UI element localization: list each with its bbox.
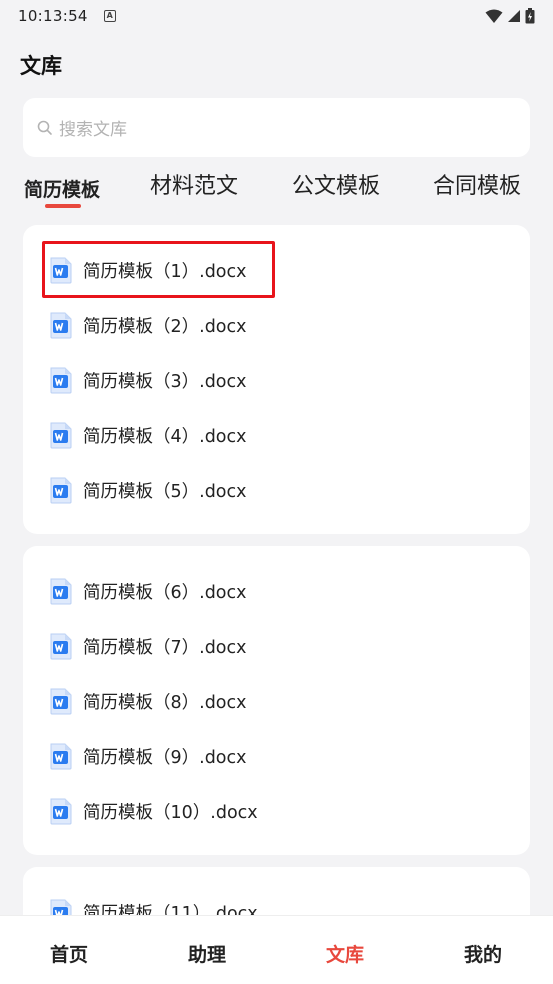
file-name: 简历模板（4）.docx — [83, 426, 247, 447]
status-icons — [485, 8, 535, 24]
file-item[interactable]: 简历模板（6）.docx — [49, 576, 247, 606]
word-doc-icon — [50, 257, 72, 283]
bottom-nav: 首页 助理 文库 我的 — [0, 915, 553, 984]
file-item[interactable]: 简历模板（1）.docx — [49, 255, 247, 285]
file-name: 简历模板（8）.docx — [83, 692, 247, 713]
word-doc-icon — [50, 633, 72, 659]
word-doc-icon — [50, 367, 72, 393]
status-time: 10:13:54 — [18, 7, 88, 25]
search-icon — [37, 120, 52, 135]
file-name: 简历模板（10）.docx — [83, 802, 258, 823]
file-item[interactable]: 简历模板（10）.docx — [49, 796, 258, 826]
cellular-signal-icon — [508, 10, 520, 22]
nav-assistant[interactable]: 助理 — [167, 940, 247, 967]
file-item[interactable]: 简历模板（7）.docx — [49, 631, 247, 661]
file-name: 简历模板（6）.docx — [83, 582, 247, 603]
file-item[interactable]: 简历模板（9）.docx — [49, 741, 247, 771]
file-name: 简历模板（7）.docx — [83, 637, 247, 658]
status-bar: 10:13:54 A — [0, 0, 553, 32]
category-tabs: 简历模板 材料范文 公文模板 合同模板 — [0, 168, 553, 212]
word-doc-icon — [50, 578, 72, 604]
nav-mine[interactable]: 我的 — [443, 940, 523, 967]
notification-icon: A — [103, 10, 116, 22]
file-item[interactable]: 简历模板（4）.docx — [49, 420, 247, 450]
tab-official-doc-templates[interactable]: 公文模板 — [292, 168, 380, 200]
battery-icon — [525, 8, 535, 24]
search-input[interactable]: 搜索文库 — [23, 98, 530, 157]
file-name: 简历模板（2）.docx — [83, 316, 247, 337]
word-doc-icon — [50, 688, 72, 714]
file-name: 简历模板（9）.docx — [83, 747, 247, 768]
tab-material-essays[interactable]: 材料范文 — [150, 168, 238, 200]
wifi-icon — [485, 9, 503, 23]
tab-contract-templates[interactable]: 合同模板 — [433, 168, 521, 200]
word-doc-icon — [50, 798, 72, 824]
file-name: 简历模板（5）.docx — [83, 481, 247, 502]
nav-home[interactable]: 首页 — [29, 940, 109, 967]
file-list-card: 简历模板（1）.docx 简历模板（2）.docx 简历模板（3）.docx 简… — [23, 225, 530, 534]
word-doc-icon — [50, 312, 72, 338]
file-item[interactable]: 简历模板（8）.docx — [49, 686, 247, 716]
page-title: 文库 — [20, 54, 62, 78]
file-name: 简历模板（3）.docx — [83, 371, 247, 392]
search-placeholder: 搜索文库 — [59, 120, 127, 140]
file-item[interactable]: 简历模板（3）.docx — [49, 365, 247, 395]
word-doc-icon — [50, 743, 72, 769]
file-list-card: 简历模板（6）.docx 简历模板（7）.docx 简历模板（8）.docx 简… — [23, 546, 530, 855]
file-item[interactable]: 简历模板（5）.docx — [49, 475, 247, 505]
nav-library[interactable]: 文库 — [305, 940, 385, 967]
file-item[interactable]: 简历模板（2）.docx — [49, 310, 247, 340]
file-name: 简历模板（1）.docx — [83, 261, 247, 282]
word-doc-icon — [50, 477, 72, 503]
active-tab-indicator — [45, 204, 81, 208]
tab-resume-templates[interactable]: 简历模板 — [24, 175, 100, 202]
word-doc-icon — [50, 422, 72, 448]
